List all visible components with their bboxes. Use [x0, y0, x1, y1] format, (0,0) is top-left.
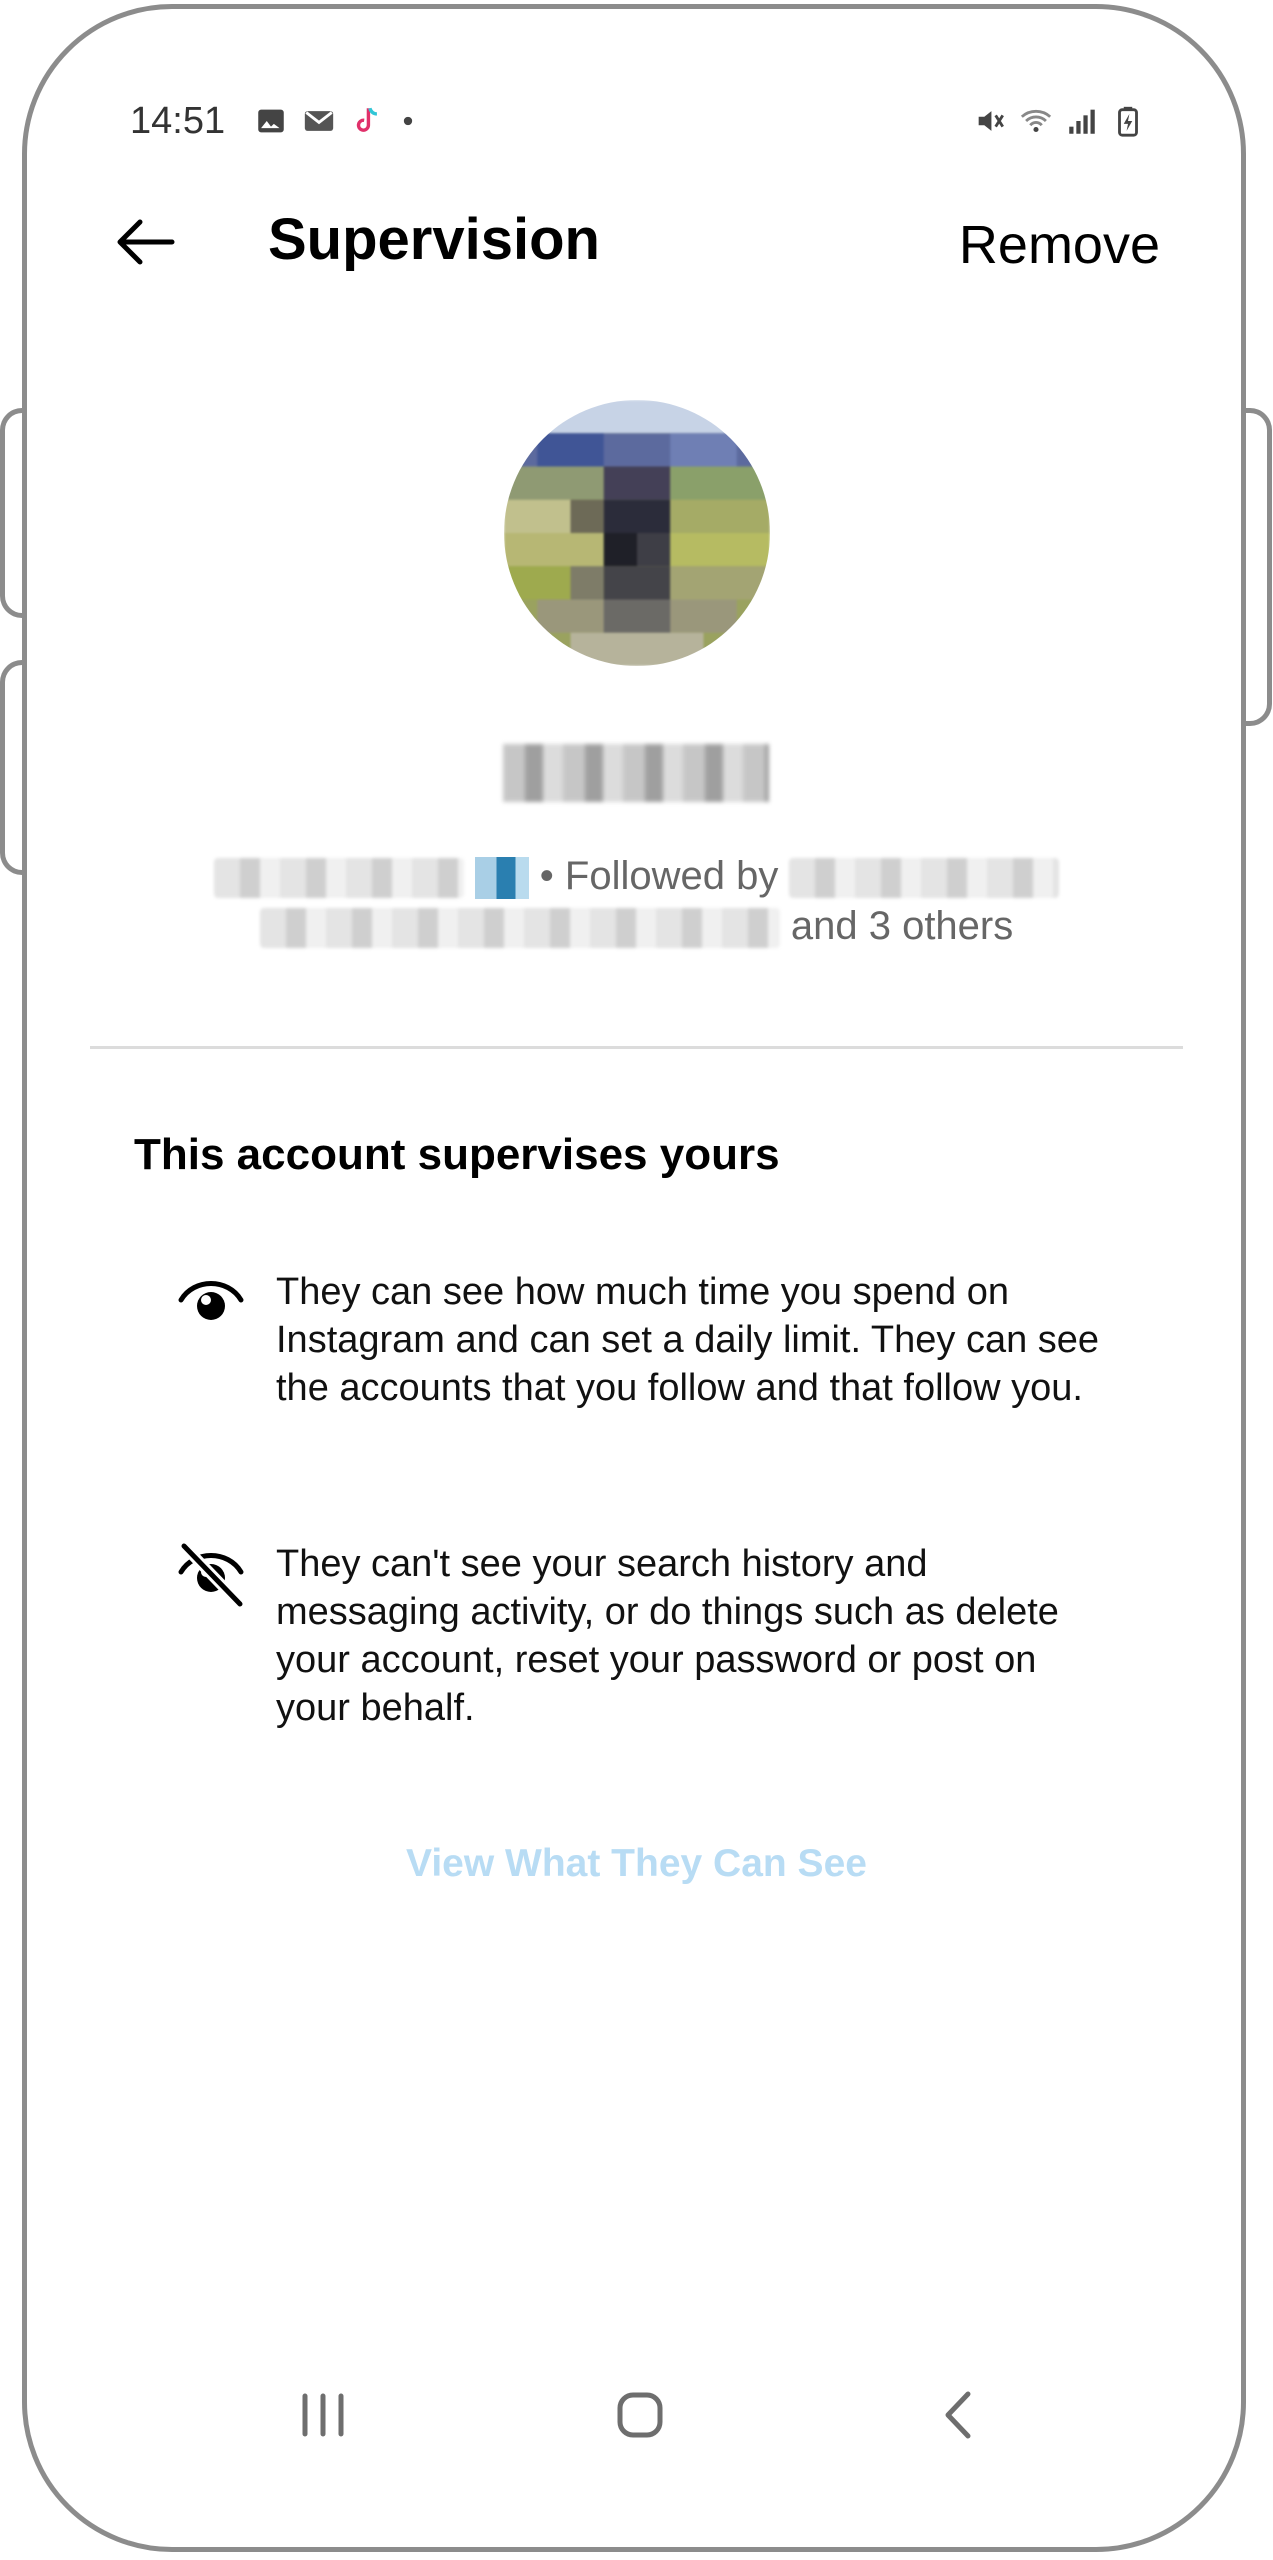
can-see-text: They can see how much time you spend on … — [276, 1271, 1100, 1409]
profile-meta-line-1: • Followed by — [0, 854, 1273, 900]
mute-icon — [978, 111, 1004, 131]
system-nav-bar — [0, 2380, 1273, 2450]
redacted-text — [259, 908, 780, 949]
wifi-icon — [1020, 109, 1052, 133]
image-icon — [258, 109, 284, 133]
eye-off-icon — [178, 1540, 246, 1610]
page-title: Supervision — [268, 207, 600, 272]
others-text: and 3 others — [790, 904, 1014, 948]
chevron-left-icon — [945, 2391, 971, 2439]
view-what-they-can-see-link[interactable]: View What They Can See — [0, 1842, 1273, 1886]
flag-emoji — [474, 857, 529, 900]
home-button[interactable] — [600, 2380, 680, 2450]
dot-icon — [403, 116, 413, 126]
avatar — [504, 400, 770, 666]
redacted-text — [213, 858, 464, 899]
back-button[interactable] — [110, 212, 180, 272]
eye-icon — [178, 1281, 244, 1320]
section-title: This account supervises yours — [134, 1130, 780, 1179]
profile-meta-line-2: and 3 others — [0, 904, 1273, 949]
signal-icon — [1069, 109, 1095, 134]
recent-apps-icon — [302, 2393, 344, 2437]
remove-button[interactable]: Remove — [959, 214, 1160, 276]
cant-see-text: They can't see your search history and m… — [276, 1543, 1059, 1729]
recent-apps-button[interactable] — [283, 2380, 363, 2450]
app-header: Supervision Remove — [100, 200, 1160, 290]
mail-icon — [304, 111, 334, 131]
power-button — [1242, 408, 1272, 726]
followed-by-text: • Followed by — [539, 854, 779, 898]
status-time: 14:51 — [130, 100, 226, 142]
status-bar: 14:51 — [130, 98, 1145, 148]
divider — [90, 1046, 1183, 1049]
arrow-left-icon — [117, 219, 175, 265]
battery-charging-icon — [1118, 106, 1138, 137]
home-icon — [617, 2392, 663, 2438]
username-redacted — [503, 744, 769, 802]
tiktok-icon — [356, 107, 378, 132]
system-back-button[interactable] — [920, 2380, 1000, 2450]
redacted-text — [789, 858, 1060, 899]
